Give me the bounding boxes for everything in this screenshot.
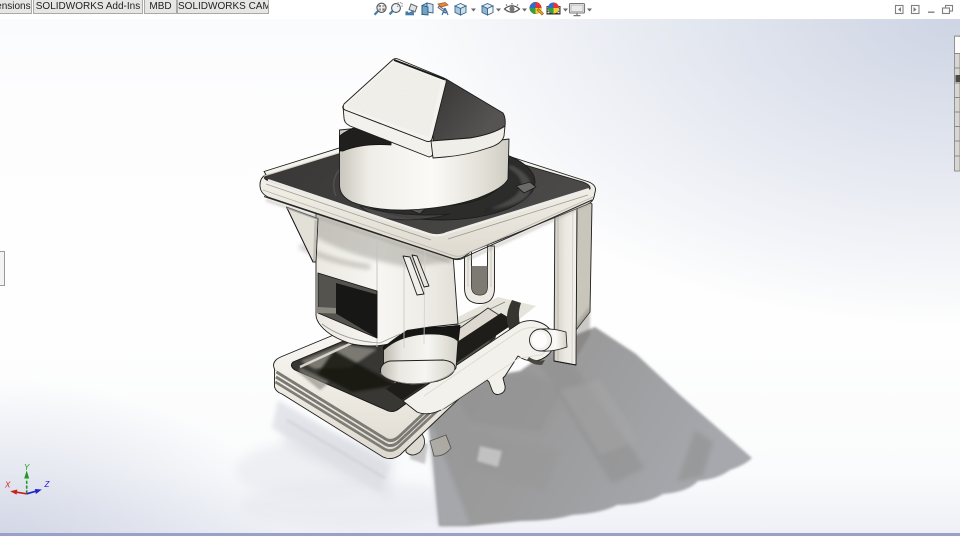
svg-text:X: X [4, 481, 11, 490]
svg-text:Z: Z [44, 480, 51, 489]
svg-text:Y: Y [24, 463, 30, 472]
